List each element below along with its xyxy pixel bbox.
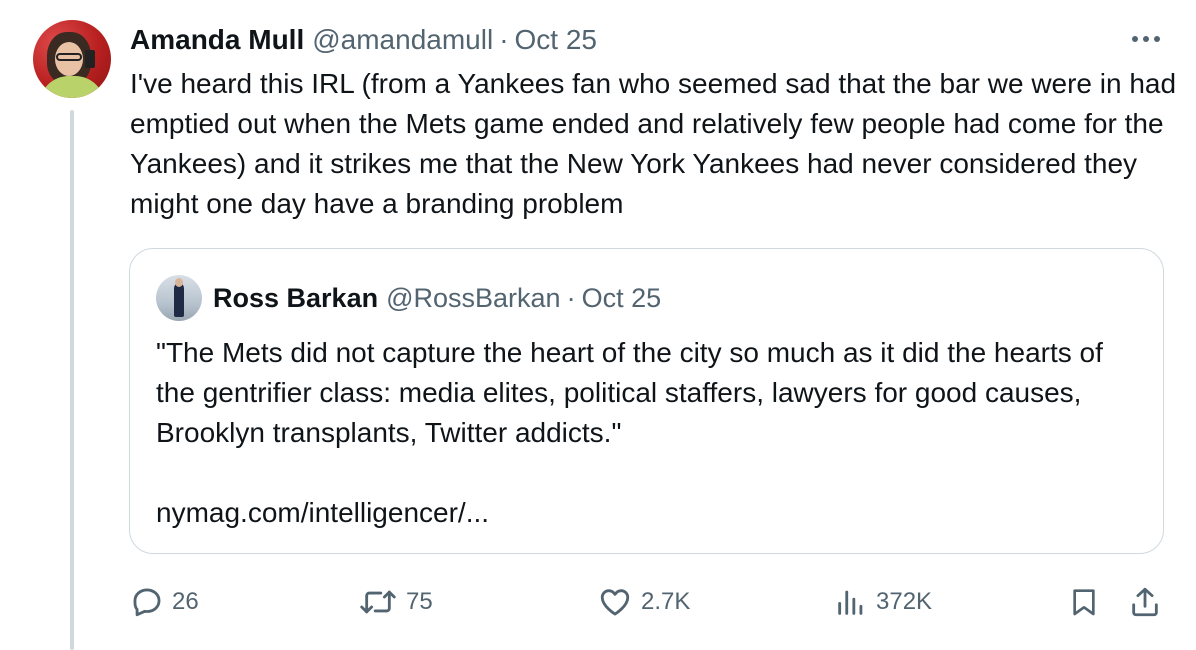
author-handle[interactable]: @amandamull bbox=[312, 24, 493, 56]
retweet-button[interactable]: 75 bbox=[358, 582, 433, 622]
reply-button[interactable]: 26 bbox=[130, 582, 199, 622]
separator-dot: · bbox=[566, 282, 576, 313]
quoted-author-avatar[interactable] bbox=[156, 275, 202, 321]
quoted-tweet-date: Oct 25 bbox=[581, 282, 662, 313]
separator-dot: · bbox=[499, 24, 509, 55]
heart-icon bbox=[597, 585, 633, 619]
author-name[interactable]: Amanda Mull bbox=[130, 24, 304, 56]
views-count: 372K bbox=[876, 588, 933, 615]
author-avatar[interactable] bbox=[33, 20, 111, 98]
more-options-icon[interactable] bbox=[1128, 24, 1164, 54]
quoted-tweet-text: "The Mets did not capture the heart of t… bbox=[156, 337, 1103, 448]
quoted-tweet-header: Ross Barkan @RossBarkan · Oct 25 bbox=[213, 281, 661, 315]
views-button[interactable]: 372K bbox=[834, 582, 932, 622]
avatar-body bbox=[39, 76, 105, 98]
share-icon bbox=[1128, 585, 1162, 619]
avatar-head bbox=[175, 278, 183, 287]
reply-count: 26 bbox=[172, 588, 199, 615]
like-button[interactable]: 2.7K bbox=[597, 582, 690, 622]
quoted-author-handle: @RossBarkan bbox=[386, 282, 561, 313]
share-button[interactable] bbox=[1128, 582, 1162, 622]
quoted-tweet[interactable]: Ross Barkan @RossBarkan · Oct 25 "The Me… bbox=[129, 248, 1164, 554]
retweet-count: 75 bbox=[406, 588, 433, 615]
avatar-glasses bbox=[56, 53, 82, 61]
quoted-author-name: Ross Barkan bbox=[213, 282, 379, 313]
reply-icon bbox=[130, 585, 164, 619]
avatar-phone bbox=[85, 50, 95, 68]
retweet-icon bbox=[358, 585, 398, 619]
action-bar: 26 75 2.7K 372K bbox=[130, 582, 1170, 622]
tweet-date[interactable]: Oct 25 bbox=[515, 24, 597, 56]
views-icon bbox=[834, 585, 868, 619]
thread-line bbox=[70, 110, 74, 650]
quoted-tweet-link[interactable]: nymag.com/intelligencer/... bbox=[156, 493, 489, 533]
bookmark-icon bbox=[1068, 585, 1100, 619]
bookmark-button[interactable] bbox=[1068, 582, 1100, 622]
tweet-text: I've heard this IRL (from a Yankees fan … bbox=[130, 68, 1177, 219]
like-count: 2.7K bbox=[641, 588, 691, 615]
tweet-header: Amanda Mull @amandamull · Oct 25 bbox=[130, 22, 597, 58]
tweet[interactable]: Amanda Mull @amandamull · Oct 25 I've he… bbox=[0, 0, 1196, 650]
avatar-figure bbox=[174, 283, 184, 317]
